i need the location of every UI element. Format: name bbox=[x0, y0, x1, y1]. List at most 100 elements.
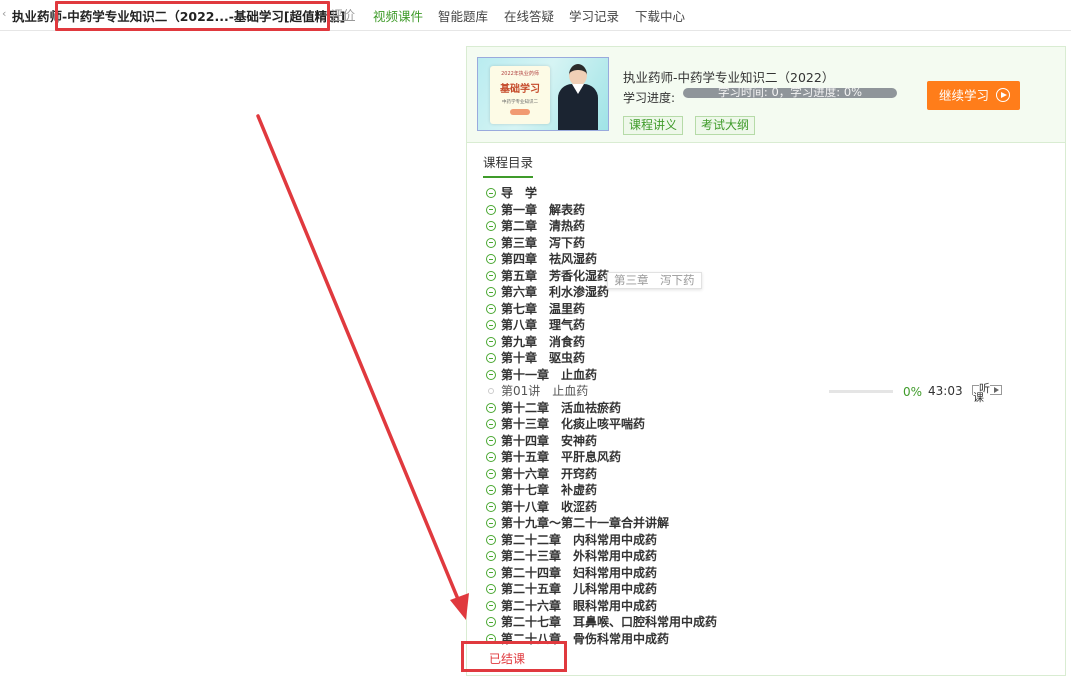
chapter-item[interactable]: 第二十七章 耳鼻喉、口腔科常用中成药 bbox=[486, 614, 1056, 631]
chapter-item[interactable]: 第六章 利水渗湿药 bbox=[486, 284, 1056, 301]
chapter-title: 第十八章 收涩药 bbox=[501, 499, 598, 514]
chapter-item[interactable]: 第一章 解表药 bbox=[486, 202, 1056, 219]
collapse-circle-icon[interactable] bbox=[486, 617, 496, 627]
tab-course-catalog[interactable]: 课程目录 bbox=[483, 152, 534, 178]
chapter-title: 第十四章 安神药 bbox=[501, 433, 598, 448]
annotation-highlight-finished bbox=[461, 641, 567, 672]
collapse-circle-icon[interactable] bbox=[486, 567, 496, 578]
lesson-title[interactable]: 第01讲 止血药 bbox=[501, 383, 588, 399]
chapter-item[interactable]: 第四章 祛风湿药 bbox=[486, 251, 1056, 268]
chapter-item[interactable]: 第十五章 平肝息风药 bbox=[486, 449, 1056, 466]
chapter-item[interactable]: 第二十六章 眼科常用中成药 bbox=[486, 598, 1056, 615]
collapse-circle-icon[interactable] bbox=[486, 452, 496, 462]
lesson-duration: 43:03 bbox=[928, 384, 963, 398]
chapter-title: 第十一章 止血药 bbox=[501, 367, 598, 382]
chapter-item[interactable]: 第八章 理气药 bbox=[486, 317, 1056, 334]
progress-text: 学习时间: 0，学习进度: 0% bbox=[717, 85, 863, 98]
chapter-item[interactable]: 第九章 消食药 bbox=[486, 334, 1056, 351]
chapter-item[interactable]: 第二十四章 妇科常用中成药 bbox=[486, 565, 1056, 582]
chapter-item[interactable]: 第五章 芳香化湿药 bbox=[486, 268, 1056, 285]
chapter-item[interactable]: 导 学 bbox=[486, 185, 1056, 202]
chapter-item[interactable]: 第十章 驱虫药 bbox=[486, 350, 1056, 367]
collapse-circle-icon[interactable] bbox=[486, 353, 496, 363]
thumbnail-pill bbox=[510, 109, 530, 115]
chapter-title: 第十七章 补虚药 bbox=[501, 483, 598, 497]
chapter-title: 第十九章～第二十一章合并讲解 bbox=[501, 516, 670, 530]
chapter-item[interactable]: 第七章 温里药 bbox=[486, 301, 1056, 318]
chapter-title: 第八章 理气药 bbox=[501, 318, 586, 332]
collapse-circle-icon[interactable] bbox=[486, 270, 496, 281]
chevron-left-icon[interactable]: ‹ bbox=[2, 7, 6, 20]
course-header: 2022年执业药师 基础学习 中药学专业知识二 执业药师-中药学专业知识二（20… bbox=[467, 47, 1065, 143]
chapter-title: 第十二章 活血祛瘀药 bbox=[501, 400, 622, 415]
collapse-circle-icon[interactable] bbox=[486, 221, 496, 231]
collapse-circle-icon[interactable] bbox=[486, 336, 496, 347]
chapter-title: 第二十七章 耳鼻喉、口腔科常用中成药 bbox=[501, 615, 718, 629]
syllabus-tag[interactable]: 考试大纲 bbox=[695, 116, 756, 135]
handout-tag[interactable]: 课程讲义 bbox=[623, 116, 684, 135]
thumbnail-line3: 中药学专业知识二 bbox=[502, 100, 538, 105]
collapse-circle-icon[interactable] bbox=[486, 254, 496, 264]
collapse-circle-icon[interactable] bbox=[486, 369, 496, 380]
chapter-title: 第三章 泻下药 bbox=[501, 235, 586, 250]
chapter-item[interactable]: 第十一章 止血药 bbox=[486, 367, 1056, 384]
chapter-list: 导 学第一章 解表药 第二章 清热药 第三章 泻下药 第四章 祛风湿药 第五章 芳香化湿… bbox=[486, 185, 1056, 647]
chapter-item[interactable]: 第十三章 化痰止咳平喘药 bbox=[486, 416, 1056, 433]
lesson-item[interactable]: 第01讲 止血药 0% 43:03 听课 bbox=[486, 383, 1056, 404]
chapter-item[interactable]: 第三章 泻下药 bbox=[486, 235, 1056, 252]
collapse-circle-icon[interactable] bbox=[486, 188, 496, 198]
chapter-title: 导 学 bbox=[501, 186, 538, 200]
chapter-item[interactable]: 第十二章 活血祛瘀药 bbox=[486, 400, 1056, 417]
collapse-circle-icon[interactable] bbox=[486, 402, 496, 413]
collapse-circle-icon[interactable] bbox=[486, 303, 496, 314]
collapse-circle-icon[interactable] bbox=[486, 468, 496, 479]
thumbnail-card: 2022年执业药师 基础学习 中药学专业知识二 bbox=[490, 66, 550, 124]
listen-button[interactable]: 听课 bbox=[972, 383, 1002, 404]
chapter-title: 第二十二章 内科常用中成药 bbox=[501, 532, 658, 547]
collapse-circle-icon[interactable] bbox=[486, 435, 496, 446]
course-panel: 2022年执业药师 基础学习 中药学专业知识二 执业药师-中药学专业知识二（20… bbox=[466, 46, 1066, 676]
tab-question-bank[interactable]: 智能题库 bbox=[438, 6, 488, 25]
collapse-circle-icon[interactable] bbox=[486, 320, 496, 330]
collapse-circle-icon[interactable] bbox=[486, 518, 496, 528]
collapse-circle-icon[interactable] bbox=[486, 584, 496, 594]
tooltip: 第三章 泻下药 bbox=[607, 272, 702, 289]
play-circle-icon bbox=[996, 88, 1010, 102]
continue-study-label: 继续学习 bbox=[939, 88, 990, 103]
tab-video-courseware[interactable]: 视频课件 bbox=[373, 6, 423, 25]
tab-online-qa[interactable]: 在线答疑 bbox=[504, 6, 554, 25]
collapse-circle-icon[interactable] bbox=[486, 204, 496, 215]
chapter-title: 第五章 芳香化湿药 bbox=[501, 268, 610, 283]
chapter-item[interactable]: 第二章 清热药 bbox=[486, 218, 1056, 235]
eval-link[interactable]: 评价 bbox=[331, 6, 355, 23]
chapter-item[interactable]: 第二十三章 外科常用中成药 bbox=[486, 548, 1056, 565]
thumbnail-line1: 2022年执业药师 bbox=[501, 71, 539, 77]
collapse-circle-icon[interactable] bbox=[486, 551, 496, 561]
collapse-circle-icon[interactable] bbox=[486, 485, 496, 495]
collapse-circle-icon[interactable] bbox=[486, 419, 496, 429]
collapse-circle-icon[interactable] bbox=[486, 501, 496, 512]
lesson-percent: 0% bbox=[903, 385, 923, 399]
collapse-circle-icon[interactable] bbox=[486, 237, 496, 248]
chapter-title: 第一章 解表药 bbox=[501, 202, 586, 217]
chapter-item[interactable]: 第二十二章 内科常用中成药 bbox=[486, 532, 1056, 549]
chapter-item[interactable]: 第十九章～第二十一章合并讲解 bbox=[486, 515, 1056, 532]
tab-download-center[interactable]: 下载中心 bbox=[635, 6, 685, 25]
lesson-status-icon bbox=[488, 388, 494, 394]
chapter-item[interactable]: 第十八章 收涩药 bbox=[486, 499, 1056, 516]
collapse-circle-icon[interactable] bbox=[486, 600, 496, 611]
chapter-title: 第二十三章 外科常用中成药 bbox=[501, 549, 658, 563]
teacher-figure bbox=[556, 64, 600, 130]
tab-study-record[interactable]: 学习记录 bbox=[569, 6, 619, 25]
chapter-item[interactable]: 第二十八章 骨伤科常用中成药 bbox=[486, 631, 1056, 648]
annotation-highlight-title bbox=[55, 1, 330, 31]
chapter-item[interactable]: 第十四章 安神药 bbox=[486, 433, 1056, 450]
chapter-title: 第十三章 化痰止咳平喘药 bbox=[501, 417, 646, 431]
course-thumbnail[interactable]: 2022年执业药师 基础学习 中药学专业知识二 bbox=[477, 57, 609, 131]
collapse-circle-icon[interactable] bbox=[486, 534, 496, 545]
chapter-item[interactable]: 第二十五章 儿科常用中成药 bbox=[486, 581, 1056, 598]
continue-study-button[interactable]: 继续学习 bbox=[927, 81, 1020, 110]
collapse-circle-icon[interactable] bbox=[486, 287, 496, 297]
chapter-item[interactable]: 第十七章 补虚药 bbox=[486, 482, 1056, 499]
chapter-item[interactable]: 第十六章 开窍药 bbox=[486, 466, 1056, 483]
